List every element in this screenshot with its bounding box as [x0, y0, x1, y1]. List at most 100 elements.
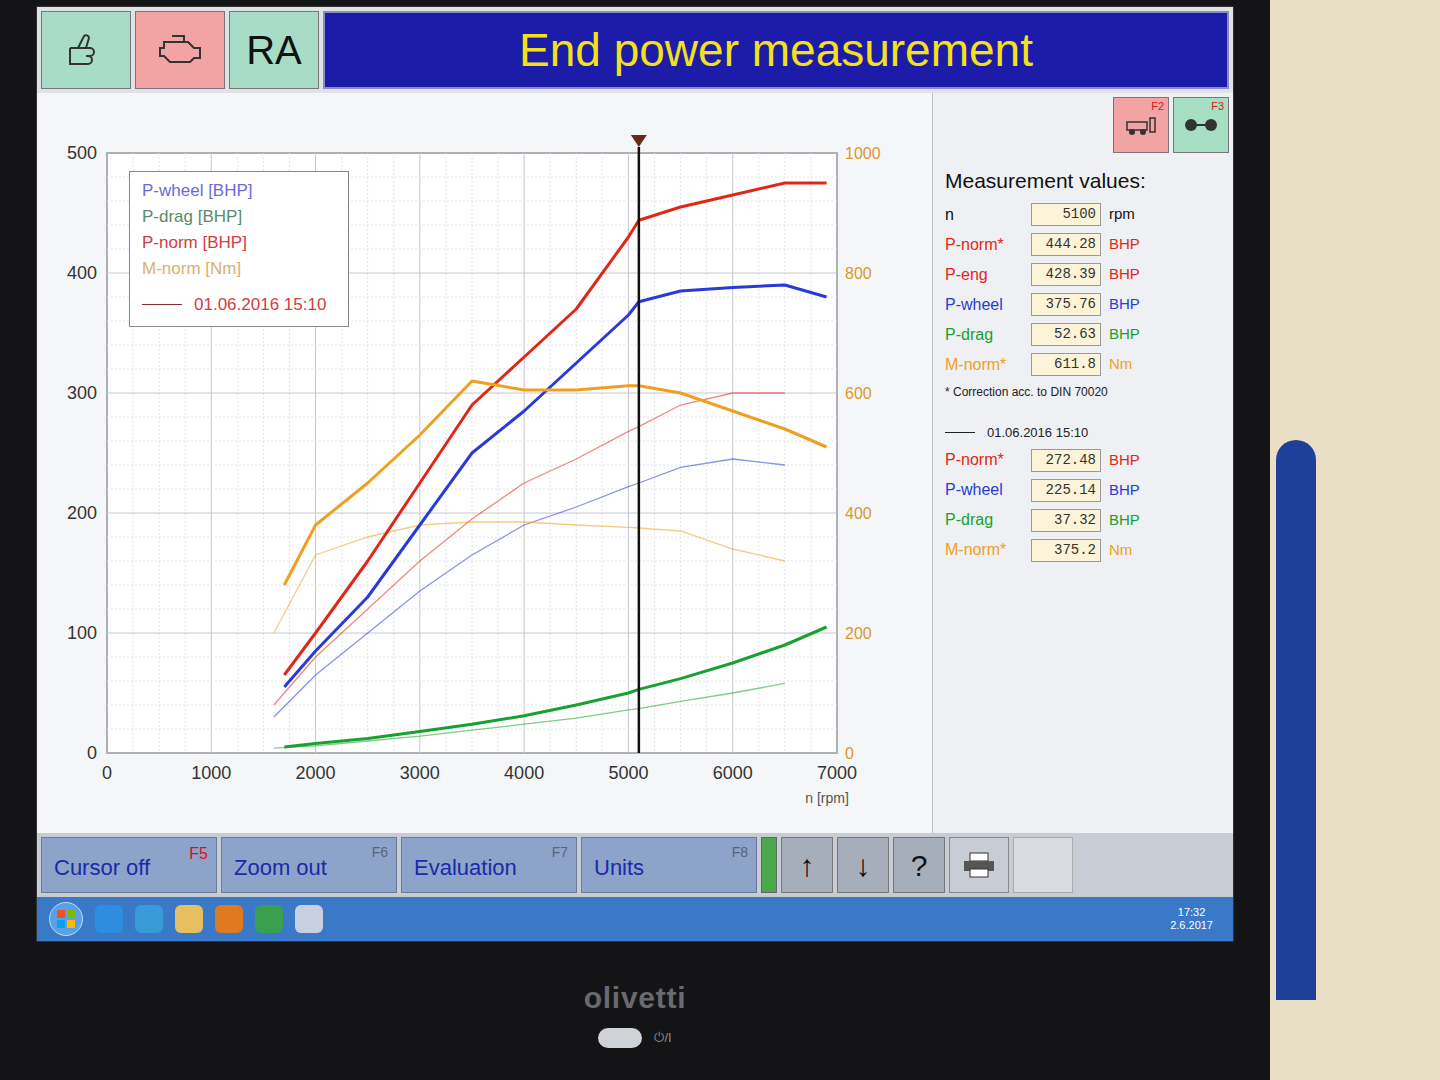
- side-keys: F2F3: [933, 93, 1233, 157]
- legend-item: M-norm [Nm]: [142, 258, 336, 280]
- measurement-value: 37.32: [1031, 509, 1101, 532]
- taskbar-app-icon[interactable]: [175, 905, 203, 933]
- taskbar-app-icon[interactable]: [135, 905, 163, 933]
- measurement-row: M-norm*375.2Nm: [945, 538, 1221, 562]
- power-label: ⏻/I: [654, 1028, 671, 1048]
- svg-text:500: 500: [67, 143, 97, 163]
- disabled-key: [1013, 837, 1073, 893]
- monitor: RAEnd power measurement01002003004005000…: [0, 0, 1270, 1080]
- svg-text:400: 400: [67, 263, 97, 283]
- svg-text:200: 200: [67, 503, 97, 523]
- measurement-value: 52.63: [1031, 323, 1101, 346]
- stand-pipe: [1276, 440, 1316, 1000]
- printer-icon: [962, 851, 996, 879]
- wall: [1270, 0, 1440, 1080]
- taskbar-app-icon[interactable]: [295, 905, 323, 933]
- legend-reference: 01.06.2016 15:10: [142, 292, 336, 318]
- photo-scene: RAEnd power measurement01002003004005000…: [0, 0, 1440, 1080]
- monitor-bezel: olivetti ⏻/I: [36, 942, 1234, 1080]
- chart-legend: P-wheel [BHP] P-drag [BHP] P-norm [BHP] M-n…: [129, 171, 349, 327]
- mode-button[interactable]: RA: [229, 11, 319, 89]
- svg-text:4000: 4000: [504, 763, 544, 783]
- series-line: [284, 183, 826, 675]
- reference-line-icon: [142, 304, 182, 305]
- svg-text:400: 400: [845, 505, 872, 522]
- measurement-row: P-drag37.32BHP: [945, 508, 1221, 532]
- power-button[interactable]: [598, 1028, 642, 1048]
- legend-item: P-drag [BHP]: [142, 206, 336, 228]
- main-area: 0100200300400500020040060080010000100020…: [37, 93, 1233, 833]
- cursor-marker-icon[interactable]: [631, 135, 647, 147]
- engine-button[interactable]: [135, 11, 225, 89]
- icon-key[interactable]: ↓: [837, 837, 889, 893]
- svg-text:0: 0: [102, 763, 112, 783]
- title-bar: End power measurement: [323, 11, 1229, 89]
- legend-item: P-norm [BHP]: [142, 232, 336, 254]
- function-key[interactable]: F7Evaluation: [401, 837, 577, 893]
- measurement-row: P-norm*444.28BHP: [945, 233, 1221, 257]
- series-line: [284, 627, 826, 747]
- measurement-value: 611.8: [1031, 353, 1101, 376]
- measurement-row: M-norm*611.8Nm: [945, 353, 1221, 377]
- measurement-row: P-wheel225.14BHP: [945, 478, 1221, 502]
- car-icon: [1125, 114, 1157, 136]
- side-key[interactable]: F2: [1113, 97, 1169, 153]
- side-key[interactable]: F3: [1173, 97, 1229, 153]
- measurement-value: 225.14: [1031, 479, 1101, 502]
- taskbar: 17:322.6.2017: [37, 897, 1233, 941]
- function-key[interactable]: F5Cursor off: [41, 837, 217, 893]
- measurement-value: 428.39: [1031, 263, 1101, 286]
- svg-text:0: 0: [845, 745, 854, 762]
- function-key[interactable]: F6Zoom out: [221, 837, 397, 893]
- monitor-brand: olivetti: [584, 975, 687, 1020]
- svg-text:0: 0: [87, 743, 97, 763]
- svg-text:5000: 5000: [608, 763, 648, 783]
- measurement-value: 375.76: [1031, 293, 1101, 316]
- reference-header: 01.06.2016 15:10: [945, 423, 1221, 443]
- status-indicator: [761, 837, 777, 893]
- chart-panel: 0100200300400500020040060080010000100020…: [37, 93, 933, 833]
- svg-text:100: 100: [67, 623, 97, 643]
- taskbar-app-icon[interactable]: [95, 905, 123, 933]
- hand-icon: [64, 30, 108, 70]
- measurement-value: 5100: [1031, 203, 1101, 226]
- top-strip: RAEnd power measurement: [37, 7, 1233, 93]
- start-button[interactable]: [49, 902, 83, 936]
- svg-text:600: 600: [845, 385, 872, 402]
- function-bar: F5Cursor offF6Zoom outF7EvaluationF8Unit…: [37, 833, 1233, 897]
- svg-text:3000: 3000: [400, 763, 440, 783]
- system-clock[interactable]: 17:322.6.2017: [1162, 906, 1221, 932]
- icon-key[interactable]: ↑: [781, 837, 833, 893]
- windows-logo-icon: [57, 910, 75, 928]
- svg-text:2000: 2000: [296, 763, 336, 783]
- svg-text:7000: 7000: [817, 763, 857, 783]
- series-line: [284, 381, 826, 585]
- icon-key[interactable]: ?: [893, 837, 945, 893]
- svg-text:800: 800: [845, 265, 872, 282]
- function-key[interactable]: F8Units: [581, 837, 757, 893]
- measurement-row: P-eng428.39BHP: [945, 263, 1221, 287]
- reference-line: [274, 393, 785, 705]
- measurement-value: 272.48: [1031, 449, 1101, 472]
- series-line: [284, 285, 826, 687]
- cursor-line[interactable]: [638, 147, 641, 753]
- correction-note: * Correction acc. to DIN 70020: [945, 383, 1221, 401]
- values-panel: F2F3Measurement values:n5100rpmP-norm*44…: [933, 93, 1233, 833]
- measurement-row: P-wheel375.76BHP: [945, 293, 1221, 317]
- hand-button[interactable]: [41, 11, 131, 89]
- taskbar-app-icon[interactable]: [215, 905, 243, 933]
- legend-item: P-wheel [BHP]: [142, 180, 336, 202]
- wheels-icon: [1184, 115, 1218, 135]
- taskbar-app-icon[interactable]: [255, 905, 283, 933]
- values-title: Measurement values:: [945, 165, 1221, 197]
- measurement-row: P-norm*272.48BHP: [945, 448, 1221, 472]
- svg-text:6000: 6000: [713, 763, 753, 783]
- measurement-row: P-drag52.63BHP: [945, 323, 1221, 347]
- engine-icon: [156, 32, 204, 68]
- screen: RAEnd power measurement01002003004005000…: [36, 6, 1234, 942]
- svg-text:1000: 1000: [191, 763, 231, 783]
- svg-text:300: 300: [67, 383, 97, 403]
- print-key[interactable]: [949, 837, 1009, 893]
- svg-text:n [rpm]: n [rpm]: [805, 790, 849, 806]
- svg-text:200: 200: [845, 625, 872, 642]
